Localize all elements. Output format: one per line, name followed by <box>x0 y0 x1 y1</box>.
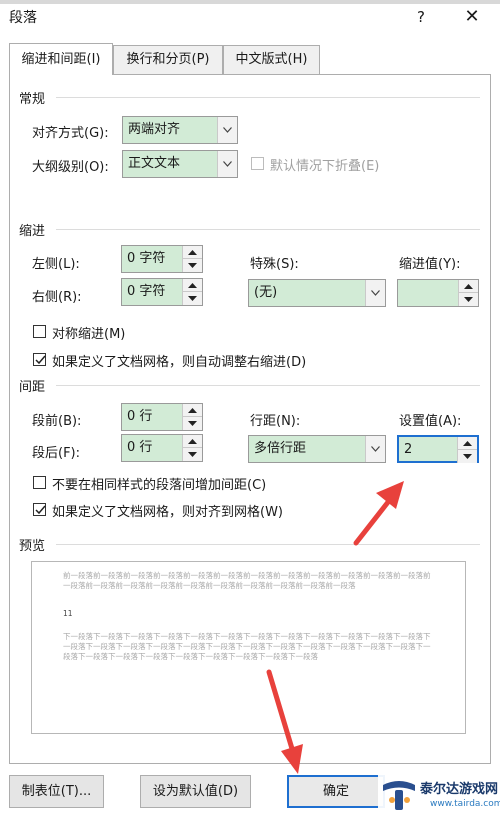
tabs-button[interactable]: 制表位(T)... <box>9 775 104 808</box>
right-indent-value: 0 字符 <box>127 284 166 299</box>
auto-adjust-right-indent-label: 如果定义了文档网格，则自动调整右缩进(D) <box>52 355 307 370</box>
indent-by-spinner[interactable] <box>397 279 479 307</box>
preview-following-paragraph: 下一段落下一段落下一段落下一段落下一段落下一段落下一段落下一段落下一段落下一段落… <box>63 632 431 661</box>
chevron-down-icon[interactable] <box>217 151 237 177</box>
special-indent-value: (无) <box>254 285 278 300</box>
spin-up-icon[interactable] <box>458 437 477 450</box>
left-indent-spinner[interactable]: 0 字符 <box>121 245 203 273</box>
spacing-before-label: 段前(B): <box>32 414 82 429</box>
outline-level-label: 大纲级别(O): <box>32 160 109 175</box>
window-top-edge <box>0 0 500 4</box>
special-indent-select[interactable]: (无) <box>248 279 386 307</box>
divider <box>56 385 480 386</box>
spacing-after-spinner[interactable]: 0 行 <box>121 434 203 462</box>
line-spacing-at-spinner[interactable]: 2 <box>397 435 479 463</box>
line-spacing-label: 行距(N): <box>250 414 301 429</box>
indent-by-label: 缩进值(Y): <box>399 257 461 272</box>
set-as-default-button[interactable]: 设为默认值(D) <box>140 775 251 808</box>
alignment-label: 对齐方式(G): <box>32 126 109 141</box>
spin-down-icon[interactable] <box>183 417 202 430</box>
line-spacing-at-label: 设置值(A): <box>399 414 462 429</box>
line-spacing-value: 多倍行距 <box>254 441 307 456</box>
no-space-same-style-checkbox[interactable] <box>33 476 46 489</box>
snap-to-grid-label: 如果定义了文档网格，则对齐到网格(W) <box>52 505 283 520</box>
help-button[interactable]: ? <box>410 6 432 28</box>
preview-current-paragraph: 11 <box>63 609 73 618</box>
dialog-title: 段落 <box>9 10 37 26</box>
spin-up-icon[interactable] <box>183 404 202 417</box>
right-indent-label: 右侧(R): <box>32 290 82 305</box>
spin-up-icon[interactable] <box>183 279 202 292</box>
ok-button[interactable]: 确定 <box>287 775 385 808</box>
collapse-checkbox[interactable] <box>251 157 264 170</box>
mirror-indents-checkbox[interactable] <box>33 325 46 338</box>
chevron-down-icon[interactable] <box>217 117 237 143</box>
watermark: 泰尔达游戏网 www.tairda.com <box>378 772 500 819</box>
alignment-value: 两端对齐 <box>128 122 181 137</box>
preview-pane: 前一段落前一段落前一段落前一段落前一段落前一段落前一段落前一段落前一段落前一段落… <box>31 561 466 734</box>
chevron-down-icon[interactable] <box>365 280 385 306</box>
preview-heading: 预览 <box>19 539 46 554</box>
tab-asian-typography[interactable]: 中文版式(H) <box>223 45 320 74</box>
spin-down-icon[interactable] <box>458 450 477 463</box>
line-spacing-at-value: 2 <box>404 442 413 457</box>
spacing-heading: 间距 <box>19 380 46 395</box>
outline-level-select[interactable]: 正文文本 <box>122 150 238 178</box>
line-spacing-select[interactable]: 多倍行距 <box>248 435 386 463</box>
mirror-indents-label: 对称缩进(M) <box>52 327 126 342</box>
watermark-url: www.tairda.com <box>430 799 500 809</box>
spin-down-icon[interactable] <box>459 293 478 306</box>
preview-previous-paragraph: 前一段落前一段落前一段落前一段落前一段落前一段落前一段落前一段落前一段落前一段落… <box>63 571 431 590</box>
outline-level-value: 正文文本 <box>128 156 181 171</box>
collapse-label: 默认情况下折叠(E) <box>270 159 380 174</box>
watermark-title: 泰尔达游戏网 <box>420 782 499 797</box>
spin-down-icon[interactable] <box>183 292 202 305</box>
auto-adjust-right-indent-checkbox[interactable] <box>33 353 46 366</box>
spacing-before-value: 0 行 <box>127 409 153 424</box>
site-logo-icon <box>383 781 415 810</box>
tab-line-page-breaks[interactable]: 换行和分页(P) <box>113 45 223 74</box>
right-indent-spinner[interactable]: 0 字符 <box>121 278 203 306</box>
spin-up-icon[interactable] <box>183 246 202 259</box>
left-indent-value: 0 字符 <box>127 251 166 266</box>
spacing-before-spinner[interactable]: 0 行 <box>121 403 203 431</box>
divider <box>56 97 480 98</box>
indentation-heading: 缩进 <box>19 224 46 239</box>
checkmark-icon <box>35 355 46 365</box>
snap-to-grid-checkbox[interactable] <box>33 503 46 516</box>
chevron-down-icon[interactable] <box>365 436 385 462</box>
general-heading: 常规 <box>19 92 46 107</box>
spacing-after-label: 段后(F): <box>32 446 81 461</box>
left-indent-label: 左侧(L): <box>32 257 80 272</box>
tab-indents-spacing[interactable]: 缩进和间距(I) <box>9 43 113 75</box>
spin-up-icon[interactable] <box>183 435 202 448</box>
close-button[interactable]: ✕ <box>460 6 484 28</box>
checkmark-icon <box>35 505 46 515</box>
no-space-same-style-label: 不要在相同样式的段落间增加间距(C) <box>52 478 267 493</box>
spin-up-icon[interactable] <box>459 280 478 293</box>
divider <box>56 544 480 545</box>
special-indent-label: 特殊(S): <box>250 257 299 272</box>
spin-down-icon[interactable] <box>183 259 202 272</box>
divider <box>56 229 480 230</box>
spacing-after-value: 0 行 <box>127 440 153 455</box>
alignment-select[interactable]: 两端对齐 <box>122 116 238 144</box>
spin-down-icon[interactable] <box>183 448 202 461</box>
